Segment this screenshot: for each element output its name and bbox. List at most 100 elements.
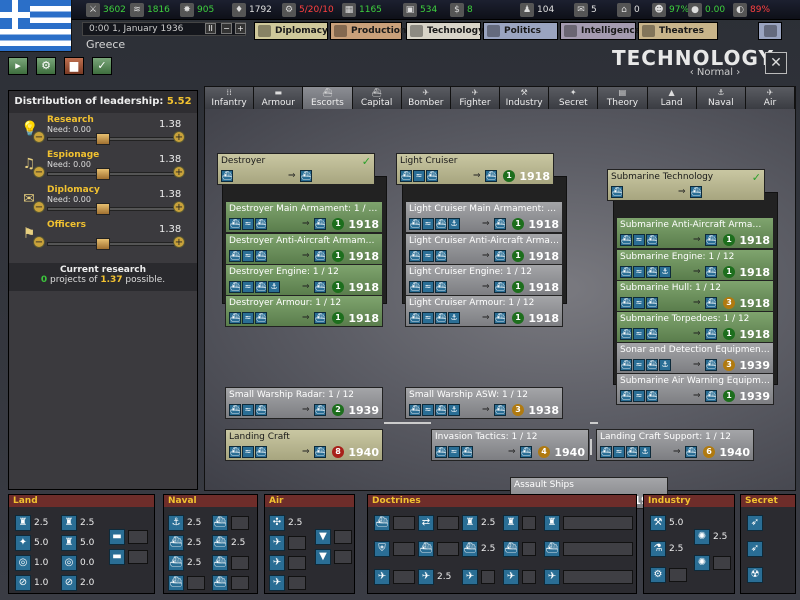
resource-rare-materials[interactable]: ✸ 905 — [180, 2, 214, 18]
tech-light-cruiser-engine-1-12[interactable]: Light Cruiser Engine: 1 / 12 ⛴ ≈ ⛴ ⇒ ⛴ 1 1918 — [405, 264, 563, 296]
land-bonus-8[interactable]: ⊘ 2.0 — [61, 575, 94, 591]
doctrine-6[interactable]: ⛨ — [374, 541, 415, 557]
nav-tab-technology[interactable]: Technology — [406, 22, 484, 40]
confirm-button[interactable]: ✓ — [92, 57, 112, 75]
naval-bonus-6[interactable]: ⛴ — [212, 555, 249, 571]
tech-small-warship-radar-1-12[interactable]: Small Warship Radar: 1 / 12 ⛴ ≈ ⛴ ⇒ ⛴ 2 1939 — [225, 387, 383, 419]
land-bonus-9[interactable]: ▬ — [109, 529, 148, 545]
land-bonus-4[interactable]: ♜ 5.0 — [61, 535, 94, 551]
nav-tab-diplomacy[interactable]: Diplomacy — [254, 22, 328, 40]
industry-bonus-5[interactable]: ✺ — [694, 555, 731, 571]
air-bonus-6[interactable]: ▼ — [315, 549, 352, 565]
production-button[interactable]: ▆ — [64, 57, 84, 75]
decrease-button[interactable]: − — [33, 236, 45, 248]
tech-light-cruiser-anti-aircraft-armame[interactable]: Light Cruiser Anti-Aircraft Armame ...⛴≈… — [405, 233, 563, 265]
doctrine-2[interactable]: ⇄ — [418, 515, 459, 531]
air-bonus-4[interactable]: ✈ — [269, 575, 306, 591]
country-flag[interactable] — [0, 0, 72, 52]
resource-transports[interactable]: ♟ 104 — [520, 2, 554, 18]
tech-submarine-air-warning-equipment[interactable]: Submarine Air Warning Equipment: ...⛴≈⛴⇒… — [616, 373, 774, 405]
nav-tab-theatres[interactable]: Theatres — [638, 22, 718, 40]
doctrine-13[interactable]: ✈ — [462, 569, 495, 585]
naval-bonus-7[interactable]: ⛴ — [168, 575, 205, 591]
doctrine-9[interactable]: ⛴ — [503, 541, 536, 557]
increase-button[interactable]: + — [173, 131, 185, 143]
nav-tab-production[interactable]: Production — [330, 22, 406, 40]
industry-bonus-4[interactable]: ✺ 2.5 — [694, 529, 727, 545]
nav-tab-politics[interactable]: Politics — [483, 22, 558, 40]
resource-spies[interactable]: ⌂ 0 — [617, 2, 640, 18]
land-bonus-2[interactable]: ♜ 2.5 — [61, 515, 94, 531]
naval-bonus-5[interactable]: ⛴ 2.5 — [168, 555, 201, 571]
land-bonus-6[interactable]: ◎ 0.0 — [61, 555, 94, 571]
doctrine-15[interactable]: ✈ — [544, 569, 633, 585]
doctrine-5[interactable]: ♜ — [544, 515, 633, 531]
speed-down-button[interactable]: − — [221, 23, 232, 34]
naval-bonus-1[interactable]: ⚓ 2.5 — [168, 515, 201, 531]
leadership-slider[interactable] — [47, 238, 175, 250]
tech-landing-craft[interactable]: Landing Craft ⛴ ≈ ⛴ ⇒ ⛴ 8 1940 — [225, 429, 383, 461]
tech-light-cruiser-main-armament-1-12[interactable]: Light Cruiser Main Armament: 1 / 12 ⛴ ≈ ⛴ ⚓ ⇒… — [405, 201, 563, 233]
leadership-slider[interactable] — [47, 203, 175, 215]
tech-destroyer[interactable]: Destroyer ⛴ ⇒ ⛴ ✓ — [217, 153, 375, 185]
land-bonus-7[interactable]: ⊘ 1.0 — [15, 575, 48, 591]
next-arrow-icon[interactable]: › — [733, 67, 740, 78]
air-bonus-5[interactable]: ▼ — [315, 529, 352, 545]
resource-neutrality[interactable]: ● 0.00 — [688, 2, 725, 18]
resource-war-exhaustion[interactable]: ◐ 89% — [733, 2, 770, 18]
industry-bonus-3[interactable]: ⚙ — [650, 567, 687, 583]
resource-national-unity[interactable]: ☻ 97% — [652, 2, 689, 18]
tech-destroyer-engine-1-12[interactable]: Destroyer Engine: 1 / 12 ⛴ ≈ ⛴ ⚓ ⇒ ⛴ 1 1918 — [225, 264, 383, 296]
resource-manpower[interactable]: ⚔ 3602 — [86, 2, 126, 18]
doctrine-11[interactable]: ✈ — [374, 569, 415, 585]
doctrine-14[interactable]: ✈ — [503, 569, 536, 585]
increase-button[interactable]: + — [173, 236, 185, 248]
air-bonus-2[interactable]: ✈ — [269, 535, 306, 551]
resource-diplomacy[interactable]: ✉ 5 — [574, 2, 597, 18]
nav-tab-intelligence[interactable]: Intelligence — [560, 22, 641, 40]
increase-button[interactable]: + — [173, 166, 185, 178]
tech-light-cruiser-armour-1-12[interactable]: Light Cruiser Armour: 1 / 12 ⛴ ≈ ⛴ ⚓ ⇒ ⛴ 1 1918 — [405, 295, 563, 327]
doctrine-7[interactable]: ⛴ — [418, 541, 459, 557]
land-bonus-3[interactable]: ✦ 5.0 — [15, 535, 48, 551]
resource-fuel[interactable]: ♦ 1792 — [232, 2, 272, 18]
air-bonus-1[interactable]: ✣ 2.5 — [269, 515, 302, 531]
tech-submarine-torpedoes-1-12[interactable]: Submarine Torpedoes: 1 / 12 ⛴ ≈ ⛴ ⇒ ⛴ 1 1918 — [616, 311, 774, 343]
jet-icon[interactable]: ➶ — [747, 541, 763, 557]
slider-knob[interactable] — [95, 203, 110, 215]
tech-submarine-technology[interactable]: Submarine Technology ⛴ ⇒ ⛴ ✓ — [607, 169, 765, 201]
slider-knob[interactable] — [95, 133, 110, 145]
naval-bonus-4[interactable]: ⛴ 2.5 — [212, 535, 245, 551]
rocket-icon[interactable]: ➶ — [747, 515, 763, 531]
resource-ic[interactable]: ⚙ 5/20/10 — [282, 2, 334, 18]
tech-invasion-tactics-1-12[interactable]: Invasion Tactics: 1 / 12 ⛴ ≈ ⛴ ⇒ ⛴ 4 1940 — [431, 429, 589, 461]
leadership-slider[interactable] — [47, 168, 175, 180]
land-bonus-1[interactable]: ♜ 2.5 — [15, 515, 48, 531]
close-button[interactable]: ✕ — [765, 52, 787, 74]
research-mode-selector[interactable]: ‹ Normal › — [670, 67, 760, 78]
doctrine-12[interactable]: ✈ 2.5 — [418, 569, 451, 585]
tech-destroyer-armour-1-12[interactable]: Destroyer Armour: 1 / 12 ⛴ ≈ ⛴ ⇒ ⛴ 1 1918 — [225, 295, 383, 327]
land-bonus-5[interactable]: ◎ 1.0 — [15, 555, 48, 571]
ledger-button[interactable] — [758, 22, 782, 40]
tech-destroyer-anti-aircraft-armament[interactable]: Destroyer Anti-Aircraft Armament: ... ⛴ ≈ ⛴… — [225, 233, 383, 265]
increase-button[interactable]: + — [173, 201, 185, 213]
resource-money[interactable]: ▣ 534 — [403, 2, 437, 18]
doctrine-3[interactable]: ♜ 2.5 — [462, 515, 495, 531]
decrease-button[interactable]: − — [33, 166, 45, 178]
doctrine-4[interactable]: ♜ — [503, 515, 536, 531]
tech-small-warship-asw-1-12[interactable]: Small Warship ASW: 1 / 12 ⛴ ≈ ⛴ ⚓ ⇒ ⛴ 3 1938 — [405, 387, 563, 419]
leadership-slider[interactable] — [47, 133, 175, 145]
naval-bonus-8[interactable]: ⛴ — [212, 575, 249, 591]
tech-destroyer-main-armament-1-12[interactable]: Destroyer Main Armament: 1 / 12 ⛴ ≈ ⛴ ⇒ ⛴ 1 191… — [225, 201, 383, 233]
naval-bonus-2[interactable]: ⛴ — [212, 515, 249, 531]
air-bonus-3[interactable]: ✈ — [269, 555, 306, 571]
research-queue-button[interactable]: ⚙ — [36, 57, 56, 75]
land-bonus-10[interactable]: ▬ — [109, 549, 148, 565]
tech-sonar-and-detection-equipment-1-12[interactable]: Sonar and Detection Equipment: 1 / 12⛴≈⛴… — [616, 342, 774, 374]
tech-landing-craft-support-1-12[interactable]: Landing Craft Support: 1 / 12 ⛴ ≈ ⛴ ⚓ ⇒ ⛴ 6 1940 — [596, 429, 754, 461]
tech-light-cruiser[interactable]: Light Cruiser ⛴ ≈ ⛴ ⇒ ⛴ 1 1918 — [396, 153, 554, 185]
prev-arrow-icon[interactable]: ‹ — [690, 67, 697, 78]
doctrine-10[interactable]: ⛴ — [544, 541, 633, 557]
resource-oil[interactable]: ≋ 1816 — [130, 2, 170, 18]
